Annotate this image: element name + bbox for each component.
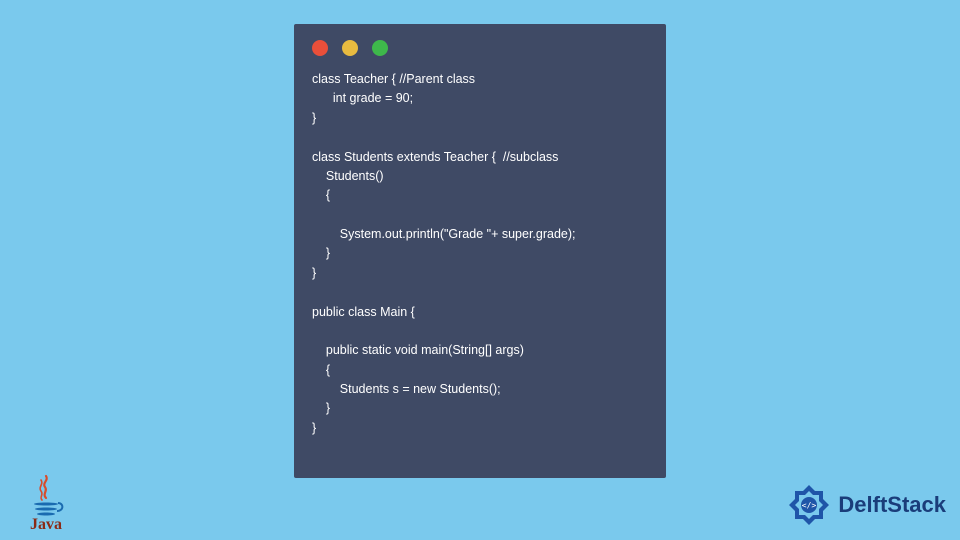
window-controls xyxy=(294,24,666,64)
minimize-icon xyxy=(342,40,358,56)
delftstack-label: DelftStack xyxy=(838,492,946,518)
delftstack-icon: </> xyxy=(786,482,832,528)
java-logo: Java xyxy=(12,474,80,534)
svg-text:</>: </> xyxy=(802,501,817,510)
maximize-icon xyxy=(372,40,388,56)
close-icon xyxy=(312,40,328,56)
delftstack-logo: </> DelftStack xyxy=(786,482,946,528)
code-window: class Teacher { //Parent class int grade… xyxy=(294,24,666,478)
java-cup-icon xyxy=(26,474,66,518)
java-label: Java xyxy=(12,516,80,534)
code-block: class Teacher { //Parent class int grade… xyxy=(294,64,666,456)
